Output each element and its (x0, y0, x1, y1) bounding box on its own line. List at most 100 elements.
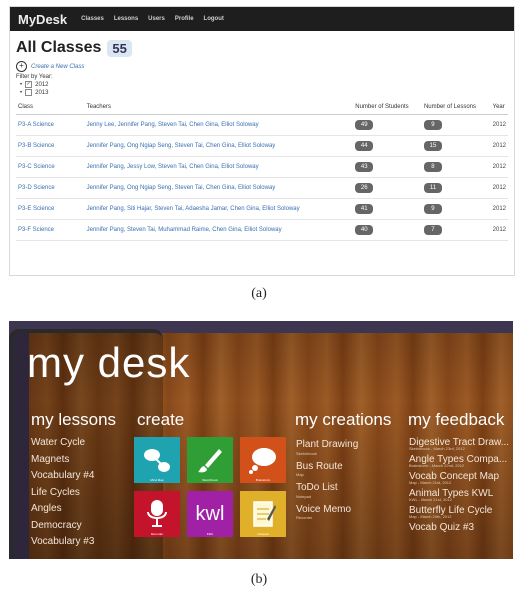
kwl-icon: kwl (195, 502, 225, 525)
table-row[interactable]: P3-D Science Jennifer Pang, Ong Ngiap Se… (16, 177, 508, 199)
class-link[interactable]: P3-E Science (16, 198, 85, 220)
year-cell: 2012 (490, 135, 508, 157)
table-row[interactable]: P3-F Science Jennifer Pang, Steven Tai, … (16, 219, 508, 241)
lesson-item[interactable]: Magnets (31, 452, 94, 469)
nav-classes[interactable]: Classes (81, 16, 104, 22)
year-filter-2013[interactable]: • 2013 (20, 89, 508, 96)
feedback-name: Vocab Quiz #3 (409, 522, 475, 533)
year-cell: 2012 (490, 114, 508, 136)
lesson-item[interactable]: Life Cycles (31, 485, 94, 502)
create-heading: create (137, 410, 185, 429)
col-lessons: Number of Lessons (421, 102, 491, 115)
students-count: 44 (355, 141, 374, 151)
year-label: 2012 (35, 81, 49, 88)
feedback-item[interactable]: Animal Types KWL KWL - March 21st, 2012 (409, 488, 509, 502)
table-row[interactable]: P3-B Science Jennifer Pang, Ong Ngiap Se… (16, 135, 508, 157)
col-students: Number of Students (353, 102, 422, 115)
my-lessons-heading: my lessons (31, 410, 117, 429)
nav-lessons[interactable]: Lessons (114, 16, 138, 22)
teachers-cell[interactable]: Jennifer Pang, Ong Ngiap Seng, Steven Ta… (84, 177, 354, 199)
lesson-item[interactable]: Democracy (31, 518, 94, 535)
class-link[interactable]: P3-C Science (16, 156, 85, 178)
students-count: 49 (355, 120, 374, 130)
class-link[interactable]: P3-D Science (16, 177, 85, 199)
tile-label: Sketchbook (202, 478, 218, 482)
lesson-item[interactable]: Vocabulary #4 (31, 468, 94, 485)
sketchbook-tile[interactable]: Sketchbook (187, 437, 233, 483)
brainstorm-tile[interactable]: Brainstorm (240, 437, 286, 483)
nav-logout[interactable]: Logout (204, 16, 224, 22)
kwl-tile[interactable]: kwl KWL (187, 491, 233, 537)
tile-label: Recorder (150, 532, 164, 536)
notepad-icon (253, 501, 276, 527)
feedback-item[interactable]: Butterfly Life Cycle Map - March 20th, 2… (409, 505, 509, 519)
mydesk-tablet-panel: my desk my lessons Water Cycle Magnets V… (9, 321, 513, 559)
creation-item[interactable]: Bus Route Map (296, 459, 358, 478)
nav-profile[interactable]: Profile (175, 16, 194, 22)
lesson-item[interactable]: Angles (31, 501, 94, 518)
creation-item[interactable]: Voice Memo Recorder (296, 502, 358, 521)
lesson-item[interactable]: Vocabulary #3 (31, 534, 94, 551)
feedback-item[interactable]: Digestive Tract Draw... Sketchbook - Mar… (409, 437, 509, 451)
class-link[interactable]: P3-F Science (16, 219, 85, 241)
microphone-icon (147, 500, 167, 527)
class-link[interactable]: P3-B Science (16, 135, 85, 157)
col-class: Class (16, 102, 85, 115)
year-filter-2012[interactable]: • ✓ 2012 (20, 81, 508, 88)
tile-label: KWL (206, 532, 214, 536)
feedback-item[interactable]: Vocab Concept Map Map - March 21st, 2012 (409, 471, 509, 485)
recorder-tile[interactable]: Recorder (134, 491, 180, 537)
creation-item[interactable]: Plant Drawing Sketchbook (296, 437, 358, 456)
lessons-list: Water Cycle Magnets Vocabulary #4 Life C… (31, 435, 94, 551)
year-label: 2013 (35, 89, 49, 96)
notepad-tile[interactable]: Notepad (240, 491, 286, 537)
feedback-item[interactable]: Vocab Quiz #3 (409, 522, 509, 534)
checkbox-unchecked[interactable] (25, 89, 33, 96)
brand-logo[interactable]: MyDesk (18, 12, 67, 27)
lessons-count: 11 (423, 183, 442, 193)
paintbrush-icon (198, 449, 222, 473)
caption-b: (b) (250, 572, 268, 587)
lessons-count: 15 (423, 141, 442, 151)
lessons-count: 7 (423, 225, 442, 235)
mind-map-tile[interactable]: Mind Map (134, 437, 180, 483)
plus-circle-icon[interactable]: + (16, 61, 27, 72)
teachers-cell[interactable]: Jennifer Pang, Siti Hajar, Steven Tai, A… (84, 198, 354, 220)
students-count: 26 (355, 183, 374, 193)
year-cell: 2012 (490, 156, 508, 178)
year-cell: 2012 (490, 177, 508, 199)
table-row[interactable]: P3-E Science Jennifer Pang, Siti Hajar, … (16, 198, 508, 220)
thought-bubble-icon (249, 448, 276, 474)
year-cell: 2012 (490, 219, 508, 241)
tile-label: Mind Map (150, 478, 164, 482)
table-row[interactable]: P3-A Science Jenny Lee, Jennifer Pang, S… (16, 114, 508, 136)
nav-users[interactable]: Users (148, 16, 165, 22)
mindmap-icon (144, 449, 170, 472)
creation-item[interactable]: ToDo List Notepad (296, 480, 358, 499)
classes-table: Class Teachers Number of Students Number… (16, 102, 508, 241)
lesson-item[interactable]: Water Cycle (31, 435, 94, 452)
table-header-row: Class Teachers Number of Students Number… (16, 102, 508, 115)
my-creations-heading: my creations (295, 410, 392, 429)
year-cell: 2012 (490, 198, 508, 220)
create-class-link[interactable]: Create a New Class (31, 64, 84, 70)
feedback-list: Digestive Tract Draw... Sketchbook - Mar… (409, 437, 509, 534)
class-link[interactable]: P3-A Science (16, 114, 85, 136)
col-teachers: Teachers (84, 102, 354, 115)
checkbox-checked[interactable]: ✓ (25, 81, 33, 88)
teachers-cell[interactable]: Jennifer Pang, Ong Ngiap Seng, Steven Ta… (84, 135, 354, 157)
feedback-item[interactable]: Angle Types Compa... Brainstorm - March … (409, 454, 509, 468)
col-year: Year (490, 102, 508, 115)
teachers-cell[interactable]: Jenny Lee, Jennifer Pang, Steven Tai, Ch… (84, 114, 354, 136)
teachers-cell[interactable]: Jennifer Pang, Steven Tai, Muhammad Raim… (84, 219, 354, 241)
tile-label: Notepad (257, 532, 269, 536)
app-title: my desk (27, 339, 191, 386)
my-feedback-heading: my feedback (408, 410, 505, 429)
table-row[interactable]: P3-C Science Jennifer Pang, Jessy Low, S… (16, 156, 508, 178)
mydesk-web-panel: MyDesk Classes Lessons Users Profile Log… (9, 6, 515, 276)
students-count: 40 (355, 225, 374, 235)
teachers-cell[interactable]: Jennifer Pang, Jessy Low, Steven Tai, Ch… (84, 156, 354, 178)
students-count: 41 (355, 204, 374, 214)
lessons-count: 9 (423, 204, 442, 214)
page-title: All Classes (16, 39, 102, 56)
